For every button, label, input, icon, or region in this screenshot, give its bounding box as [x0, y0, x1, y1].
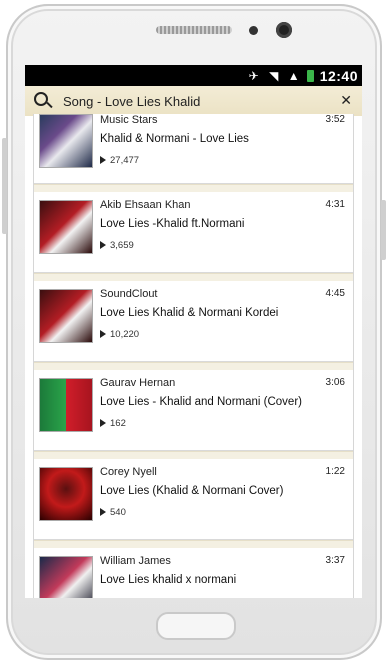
play-count: 10,220: [100, 329, 139, 340]
thumbnail: [39, 378, 93, 432]
screen: ✈ ◥ ▲ 12:40 Song - Love Lies Khalid ✕ Mu…: [25, 65, 362, 598]
thumbnail: [39, 289, 93, 343]
duration: 3:37: [325, 555, 345, 566]
proximity-sensor: [249, 26, 258, 35]
results-list: Music Stars Khalid & Normani - Love Lies…: [33, 114, 354, 598]
channel-name: Gaurav Hernan: [100, 377, 176, 389]
channel-name: Music Stars: [100, 114, 158, 126]
channel-name: William James: [100, 555, 171, 567]
thumbnail: [39, 114, 93, 168]
play-count: 162: [100, 418, 126, 429]
battery-icon: [306, 70, 314, 82]
list-item[interactable]: Corey Nyell Love Lies (Khalid & Normani …: [34, 459, 353, 540]
list-item[interactable]: Akib Ehsaan Khan Love Lies -Khalid ft.No…: [34, 192, 353, 273]
track-title: Love Lies khalid x normani: [100, 574, 237, 586]
notification-icon: ✈: [248, 69, 259, 83]
thumbnail: [39, 556, 93, 598]
list-item[interactable]: Music Stars Khalid & Normani - Love Lies…: [34, 114, 353, 184]
duration: 4:45: [325, 288, 345, 299]
status-bar: ✈ ◥ ▲ 12:40: [25, 65, 362, 86]
track-title: Love Lies - Khalid and Normani (Cover): [100, 396, 302, 408]
search-icon[interactable]: [31, 89, 55, 113]
close-icon[interactable]: ✕: [340, 92, 352, 109]
channel-name: Akib Ehsaan Khan: [100, 199, 191, 211]
thumbnail: [39, 467, 93, 521]
duration: 3:06: [325, 377, 345, 388]
play-count: 27,477: [100, 155, 139, 166]
status-time: 12:40: [319, 68, 358, 84]
search-bar[interactable]: Song - Love Lies Khalid ✕: [25, 86, 362, 116]
duration: 1:22: [325, 466, 345, 477]
signal-icon: ▲: [287, 69, 300, 83]
play-count: 3,659: [100, 240, 134, 251]
track-title: Love Lies (Khalid & Normani Cover): [100, 485, 284, 497]
thumbnail: [39, 200, 93, 254]
track-title: Love Lies Khalid & Normani Kordei: [100, 307, 279, 319]
play-count: 540: [100, 507, 126, 518]
search-input[interactable]: Song - Love Lies Khalid: [63, 94, 200, 109]
channel-name: SoundClout: [100, 288, 158, 300]
speaker-grille: [156, 26, 232, 34]
power-button: [381, 200, 386, 260]
list-item[interactable]: Gaurav Hernan Love Lies - Khalid and Nor…: [34, 370, 353, 451]
duration: 3:52: [325, 114, 345, 125]
volume-button: [2, 138, 7, 234]
channel-name: Corey Nyell: [100, 466, 157, 478]
wifi-icon: ◥: [269, 69, 279, 83]
duration: 4:31: [325, 199, 345, 210]
front-camera: [276, 22, 292, 38]
home-button[interactable]: [156, 612, 236, 640]
track-title: Khalid & Normani - Love Lies: [100, 133, 249, 145]
track-title: Love Lies -Khalid ft.Normani: [100, 218, 245, 230]
list-item[interactable]: SoundClout Love Lies Khalid & Normani Ko…: [34, 281, 353, 362]
list-item[interactable]: William James Love Lies khalid x normani…: [34, 548, 353, 598]
